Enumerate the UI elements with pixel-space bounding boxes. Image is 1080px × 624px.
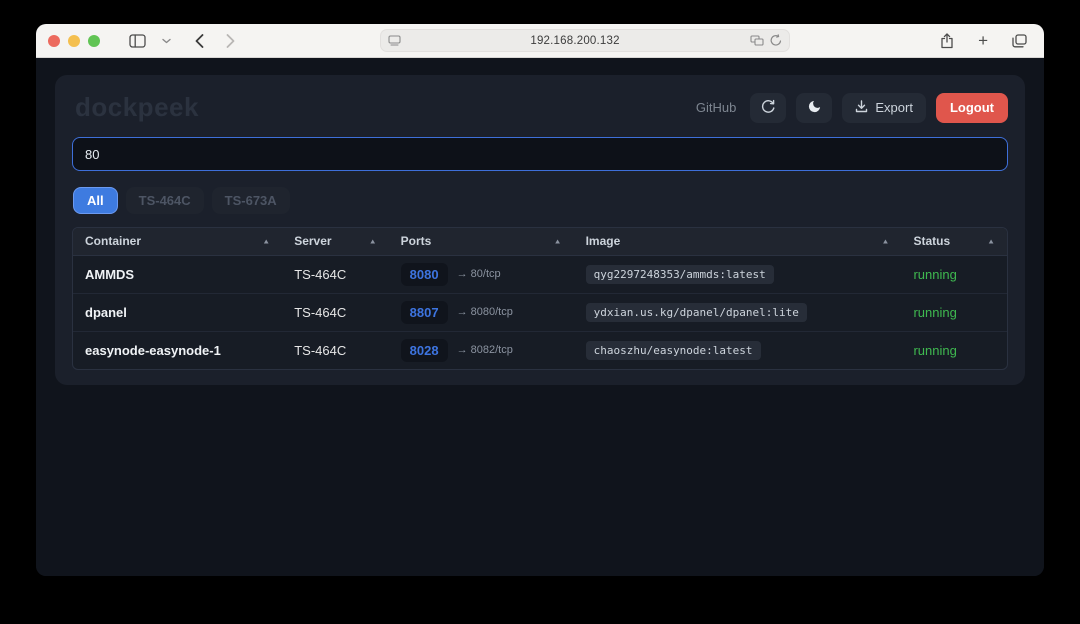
- back-button[interactable]: [190, 34, 209, 48]
- sidebar-chevron-down-icon[interactable]: [157, 38, 176, 44]
- export-label: Export: [875, 100, 913, 115]
- sort-asc-icon: ▲: [369, 237, 377, 245]
- minimize-window-button[interactable]: [68, 35, 80, 47]
- address-bar[interactable]: 192.168.200.132: [380, 29, 790, 52]
- container-name: dpanel: [73, 293, 282, 331]
- tab-overview-icon[interactable]: [1007, 32, 1032, 49]
- sort-asc-icon: ▲: [987, 237, 995, 245]
- column-header-container[interactable]: Container ▲: [73, 228, 282, 255]
- server-name: TS-464C: [282, 255, 388, 293]
- github-link[interactable]: GitHub: [696, 100, 736, 115]
- containers-table: Container ▲ Server ▲ Ports ▲ Image ▲: [72, 227, 1008, 370]
- port-mapping: → 8080/tcp: [457, 306, 513, 318]
- forward-button[interactable]: [221, 34, 240, 48]
- server-filters: All TS-464C TS-673A: [72, 187, 1008, 214]
- browser-titlebar: 192.168.200.132 +: [36, 24, 1044, 58]
- table-row: dpanel TS-464C 8807 → 8080/tcp ydxian.us…: [73, 293, 1007, 331]
- sidebar-toggle-icon[interactable]: [124, 34, 151, 48]
- new-tab-button[interactable]: +: [973, 32, 993, 49]
- download-icon: [855, 100, 868, 116]
- sort-asc-icon: ▲: [882, 237, 890, 245]
- column-header-image[interactable]: Image ▲: [574, 228, 902, 255]
- server-name: TS-464C: [282, 293, 388, 331]
- image-chip: chaoszhu/easynode:latest: [586, 341, 761, 360]
- port-link[interactable]: 8807: [401, 301, 448, 324]
- dockpeek-card: dockpeek GitHub: [55, 75, 1025, 385]
- table-row: easynode-easynode-1 TS-464C 8028 → 8082/…: [73, 331, 1007, 369]
- app-logo: dockpeek: [72, 92, 199, 123]
- reload-icon[interactable]: [770, 34, 782, 47]
- container-name: easynode-easynode-1: [73, 331, 282, 369]
- refresh-button[interactable]: [750, 93, 786, 123]
- zoom-window-button[interactable]: [88, 35, 100, 47]
- port-mapping: → 80/tcp: [457, 268, 501, 280]
- privacy-report-icon[interactable]: [750, 35, 764, 46]
- page-viewport: dockpeek GitHub: [36, 58, 1044, 576]
- sort-asc-icon: ▲: [554, 237, 562, 245]
- sort-asc-icon: ▲: [262, 237, 270, 245]
- column-header-status[interactable]: Status ▲: [901, 228, 1007, 255]
- port-link[interactable]: 8080: [401, 263, 448, 286]
- port-link[interactable]: 8028: [401, 339, 448, 362]
- port-mapping: → 8082/tcp: [457, 344, 513, 356]
- column-header-ports[interactable]: Ports ▲: [389, 228, 574, 255]
- filter-ts-464c[interactable]: TS-464C: [126, 187, 204, 214]
- server-name: TS-464C: [282, 331, 388, 369]
- image-chip: ydxian.us.kg/dpanel/dpanel:lite: [586, 303, 807, 322]
- page-format-icon[interactable]: [388, 35, 401, 46]
- table-header-row: Container ▲ Server ▲ Ports ▲ Image ▲: [73, 228, 1007, 255]
- close-window-button[interactable]: [48, 35, 60, 47]
- container-name: AMMDS: [73, 255, 282, 293]
- traffic-lights: [48, 35, 100, 47]
- export-button[interactable]: Export: [842, 93, 926, 123]
- column-header-server[interactable]: Server ▲: [282, 228, 388, 255]
- theme-toggle-button[interactable]: [796, 93, 832, 123]
- logout-button[interactable]: Logout: [936, 93, 1008, 123]
- refresh-icon: [761, 99, 776, 117]
- moon-icon: [807, 99, 822, 117]
- search-input[interactable]: [72, 137, 1008, 171]
- share-icon[interactable]: [935, 32, 959, 49]
- table-row: AMMDS TS-464C 8080 → 80/tcp qyg229724835…: [73, 255, 1007, 293]
- browser-window: 192.168.200.132 +: [36, 24, 1044, 576]
- filter-ts-673a[interactable]: TS-673A: [212, 187, 290, 214]
- image-chip: qyg2297248353/ammds:latest: [586, 265, 774, 284]
- status-badge: running: [913, 267, 956, 282]
- status-badge: running: [913, 343, 956, 358]
- url-text[interactable]: 192.168.200.132: [407, 35, 744, 47]
- filter-all[interactable]: All: [73, 187, 118, 214]
- status-badge: running: [913, 305, 956, 320]
